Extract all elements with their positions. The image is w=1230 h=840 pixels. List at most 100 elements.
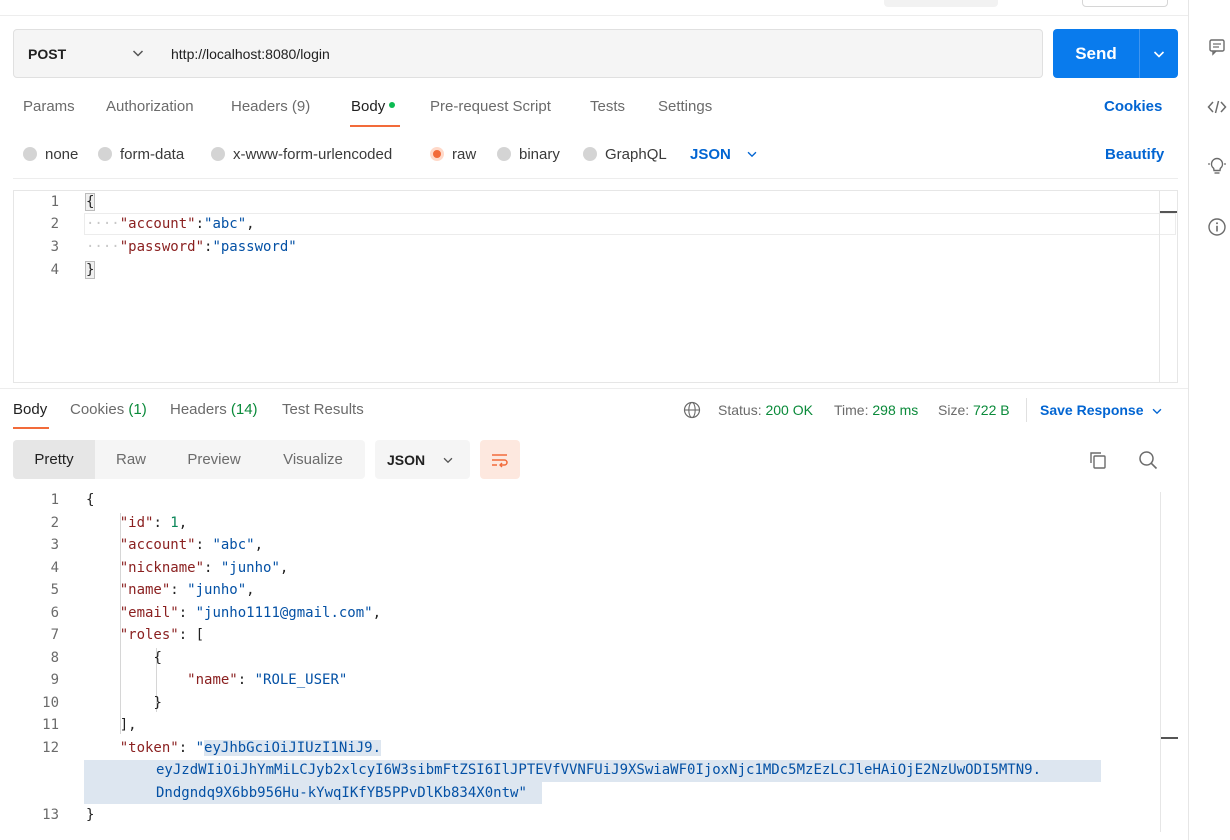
- radio-dot: [23, 147, 37, 161]
- time-label: Time:: [834, 402, 869, 418]
- method-label: POST: [28, 45, 67, 62]
- code-line: "roles": [: [119, 627, 205, 643]
- view-visualize[interactable]: Visualize: [261, 440, 365, 479]
- meta-divider: [1026, 398, 1027, 422]
- top-toolbar-control[interactable]: [884, 0, 998, 7]
- active-tab-indicator: [350, 125, 400, 127]
- code-line-wrapped: Dndgndq9X6bb956Hu-kYwqIKfYB5PPvDlKb834X0…: [156, 785, 527, 801]
- response-format-select[interactable]: JSON: [375, 440, 470, 479]
- wrap-icon: [492, 453, 508, 467]
- line-number: 11: [42, 717, 59, 733]
- tab-params[interactable]: Params: [23, 98, 75, 118]
- line-number: 3: [50, 537, 59, 553]
- body-format-label: JSON: [690, 145, 731, 163]
- tab-label: Headers: [170, 401, 231, 418]
- lightbulb-icon[interactable]: [1207, 156, 1227, 176]
- line-number: 2: [50, 216, 59, 232]
- top-toolbar-strip: [0, 0, 1188, 16]
- response-tab-test-results[interactable]: Test Results: [282, 401, 364, 418]
- code-icon[interactable]: [1207, 97, 1227, 117]
- line-number: 12: [42, 740, 59, 756]
- tab-headers[interactable]: Headers (9): [231, 98, 310, 118]
- radio-dot-selected: [430, 147, 444, 161]
- view-pretty[interactable]: Pretty: [13, 440, 95, 479]
- code-line: {: [153, 650, 162, 666]
- tab-tests[interactable]: Tests: [590, 98, 625, 118]
- beautify-button[interactable]: Beautify: [1105, 144, 1164, 164]
- code-line-wrapped: eyJzdWIiOiJhYmMiLCJyb2xlcyI6W3sibmFtZSI6…: [156, 762, 1042, 778]
- tab-body[interactable]: Body: [351, 98, 396, 118]
- body-modified-dot: [389, 102, 396, 109]
- view-raw[interactable]: Raw: [95, 440, 167, 479]
- response-scrollbar[interactable]: [1160, 492, 1178, 832]
- body-format-select[interactable]: JSON: [690, 144, 759, 164]
- info-icon[interactable]: [1207, 217, 1227, 237]
- view-preview[interactable]: Preview: [167, 440, 261, 479]
- copy-icon[interactable]: [1088, 450, 1108, 470]
- code-line: }: [153, 695, 162, 711]
- response-divider: [0, 388, 1188, 389]
- radio-label: none: [45, 145, 79, 163]
- status-value: 200 OK: [765, 402, 813, 418]
- radio-label: x-www-form-urlencoded: [233, 145, 393, 163]
- radio-raw[interactable]: raw: [430, 144, 476, 164]
- send-options-button[interactable]: [1139, 29, 1178, 78]
- code-line: "id": 1,: [119, 515, 188, 531]
- chevron-down-icon: [443, 457, 453, 463]
- globe-icon[interactable]: [683, 401, 701, 419]
- code-line: "nickname": "junho",: [119, 560, 289, 576]
- chevron-down-icon: [1152, 409, 1161, 415]
- line-number: 1: [50, 194, 59, 210]
- code-line: "token": "eyJhbGciOiJIUzI1NiJ9.: [119, 740, 382, 756]
- radio-x-www-form-urlencoded[interactable]: x-www-form-urlencoded: [211, 144, 392, 164]
- cookies-link[interactable]: Cookies: [1104, 98, 1162, 118]
- line-number: 9: [50, 672, 59, 688]
- size-label: Size:: [938, 402, 970, 418]
- code-line: "name": "junho",: [119, 582, 255, 598]
- chevron-down-icon: [747, 151, 757, 158]
- code-line: {: [84, 193, 96, 211]
- line-number: 10: [42, 695, 59, 711]
- response-time[interactable]: Time: 298 ms: [834, 402, 918, 418]
- comments-icon[interactable]: [1207, 37, 1227, 57]
- response-status[interactable]: Status: 200 OK: [718, 402, 813, 418]
- tab-pre-request-script[interactable]: Pre-request Script: [430, 98, 551, 118]
- editor-scrollbar[interactable]: [1159, 191, 1160, 382]
- response-tab-cookies[interactable]: Cookies (1): [70, 401, 147, 418]
- radio-form-data[interactable]: form-data: [98, 144, 184, 164]
- response-size[interactable]: Size: 722 B: [938, 402, 1010, 418]
- code-line: {: [86, 492, 95, 508]
- code-line: ],: [119, 717, 137, 733]
- send-button[interactable]: Send: [1053, 29, 1139, 78]
- line-number: 4: [50, 560, 59, 576]
- radio-none[interactable]: none: [23, 144, 78, 164]
- response-tab-headers[interactable]: Headers (14): [170, 401, 258, 418]
- code-line: }: [86, 807, 95, 823]
- code-line: ····"password":"password": [86, 239, 297, 255]
- scrollbar-marker: [1160, 211, 1177, 213]
- line-number: 2: [50, 515, 59, 531]
- search-icon[interactable]: [1138, 450, 1158, 470]
- top-toolbar-button[interactable]: [1082, 0, 1168, 7]
- code-line: "account": "abc",: [119, 537, 264, 553]
- url-input[interactable]: http://localhost:8080/login: [157, 29, 1043, 78]
- line-number: 5: [50, 582, 59, 598]
- chevron-down-icon[interactable]: [130, 45, 146, 61]
- tab-authorization[interactable]: Authorization: [106, 98, 194, 118]
- active-response-tab-indicator: [13, 427, 49, 429]
- line-number: 4: [50, 262, 59, 278]
- save-response-label: Save Response: [1040, 402, 1144, 418]
- line-number: 8: [50, 650, 59, 666]
- chevron-down-icon: [1153, 50, 1165, 58]
- tab-count: (1): [128, 401, 147, 418]
- response-format-label: JSON: [387, 451, 426, 468]
- tab-settings[interactable]: Settings: [658, 98, 712, 118]
- tab-label: Cookies: [70, 401, 129, 418]
- response-tab-body[interactable]: Body: [13, 401, 47, 418]
- radio-label: raw: [452, 145, 477, 163]
- wrap-lines-button[interactable]: [480, 440, 520, 479]
- radio-binary[interactable]: binary: [497, 144, 560, 164]
- radio-graphql[interactable]: GraphQL: [583, 144, 667, 164]
- save-response-button[interactable]: Save Response: [1040, 402, 1164, 418]
- right-sidebar: [1188, 0, 1230, 840]
